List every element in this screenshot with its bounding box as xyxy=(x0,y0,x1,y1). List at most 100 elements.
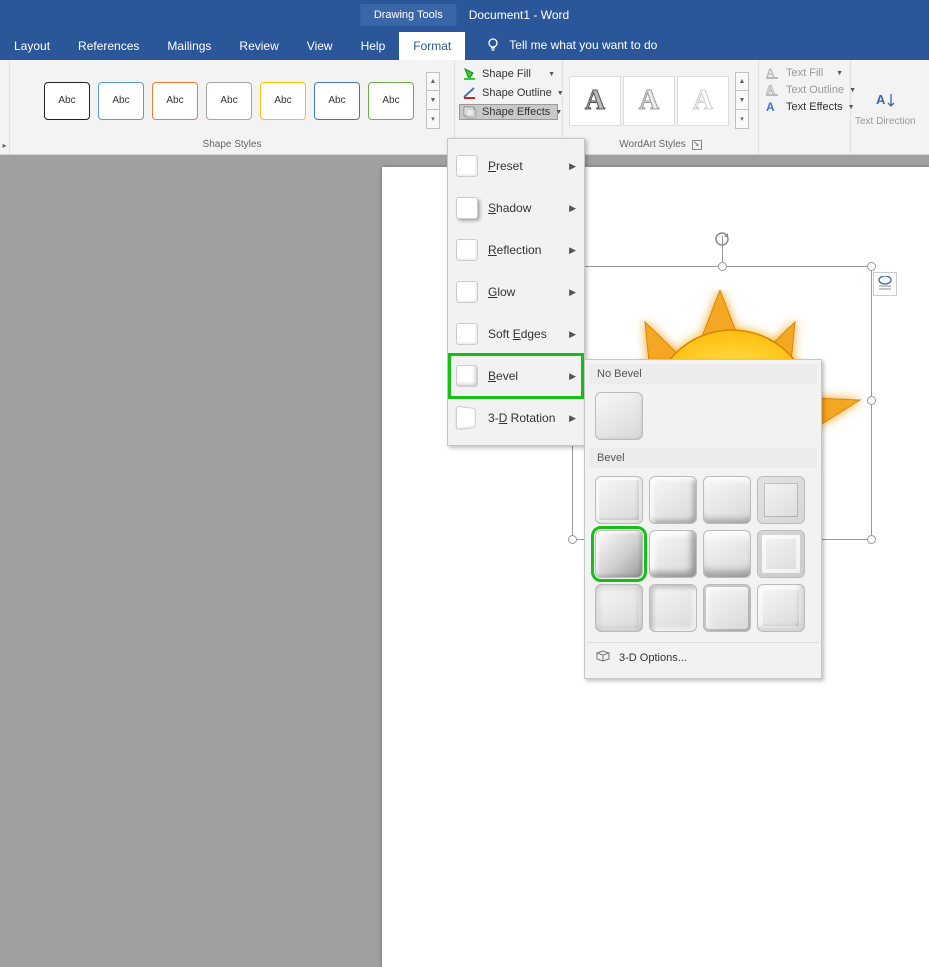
wordart-style-thumb[interactable]: A xyxy=(623,76,675,126)
shape-style-thumb[interactable]: Abc xyxy=(260,82,306,120)
3d-options-icon xyxy=(595,649,611,666)
shape-effects-button[interactable]: Shape Effects▼ xyxy=(459,104,558,120)
shape-effects-icon xyxy=(462,105,477,119)
no-bevel-option[interactable] xyxy=(595,392,643,440)
gallery-more[interactable]: ▾ xyxy=(735,110,749,129)
bevel-option[interactable] xyxy=(703,530,751,578)
3d-options-label: 3-D Options... xyxy=(619,652,687,664)
bevel-option[interactable] xyxy=(595,584,643,632)
lightbulb-icon xyxy=(485,37,501,53)
shape-fill-label: Shape Fill xyxy=(482,68,531,80)
resize-handle[interactable] xyxy=(867,396,876,405)
shape-fill-button[interactable]: Shape Fill▼ xyxy=(459,66,558,82)
svg-text:A: A xyxy=(766,100,775,114)
gallery-down[interactable]: ▼ xyxy=(735,91,749,110)
bevel-preview-icon xyxy=(456,365,478,387)
wordart-styles-label: WordArt Styles xyxy=(569,137,752,152)
bevel-option-selected[interactable] xyxy=(595,530,643,578)
bevel-option[interactable] xyxy=(703,476,751,524)
effects-reflection-item[interactable]: Reflection ▶ xyxy=(450,229,582,271)
effects-bevel-item[interactable]: Bevel ▶ xyxy=(450,355,582,397)
wordart-style-thumb[interactable]: A xyxy=(569,76,621,126)
gallery-down[interactable]: ▼ xyxy=(426,91,440,110)
resize-handle[interactable] xyxy=(867,535,876,544)
tell-me-search[interactable]: Tell me what you want to do xyxy=(485,30,657,60)
text-fill-outline-effects: A Text Fill▼ A Text Outline▼ A Text Effe… xyxy=(759,60,851,154)
text-outline-label: Text Outline xyxy=(786,84,844,96)
shape-outline-button[interactable]: Shape Outline▼ xyxy=(459,85,558,101)
shape-style-thumb[interactable]: Abc xyxy=(44,82,90,120)
layout-options-button[interactable] xyxy=(873,272,897,296)
glow-preview-icon xyxy=(456,281,478,303)
resize-handle[interactable] xyxy=(718,262,727,271)
resize-handle[interactable] xyxy=(568,535,577,544)
tab-view[interactable]: View xyxy=(293,32,347,60)
text-fill-button[interactable]: A Text Fill▼ xyxy=(763,66,846,80)
bevel-option[interactable] xyxy=(757,476,805,524)
shape-style-thumb[interactable]: Abc xyxy=(206,82,252,120)
shadow-preview-icon xyxy=(456,197,478,219)
layout-options-icon xyxy=(877,276,893,292)
shape-styles-label: Shape Styles xyxy=(16,137,448,152)
tab-format[interactable]: Format xyxy=(399,32,465,60)
text-effects-icon: A xyxy=(766,100,781,114)
text-outline-button[interactable]: A Text Outline▼ xyxy=(763,83,846,97)
text-outline-icon: A xyxy=(766,83,781,97)
shape-effects-label: Shape Effects xyxy=(482,106,550,118)
ribbon-tabs: Layout References Mailings Review View H… xyxy=(0,30,929,60)
effects-shadow-item[interactable]: Shadow ▶ xyxy=(450,187,582,229)
wordart-style-thumb[interactable]: A xyxy=(677,76,729,126)
submenu-arrow-icon: ▶ xyxy=(569,413,576,424)
submenu-arrow-icon: ▶ xyxy=(569,287,576,298)
bevel-option[interactable] xyxy=(595,476,643,524)
gallery-up[interactable]: ▲ xyxy=(735,72,749,91)
bevel-option[interactable] xyxy=(649,476,697,524)
bevel-header: Bevel xyxy=(589,448,817,468)
no-bevel-header: No Bevel xyxy=(589,364,817,384)
effects-preset-item[interactable]: Preset ▶ xyxy=(450,145,582,187)
shape-style-thumb[interactable]: Abc xyxy=(314,82,360,120)
shape-style-thumb[interactable]: Abc xyxy=(152,82,198,120)
contextual-tab-label: Drawing Tools xyxy=(360,4,457,26)
submenu-arrow-icon: ▶ xyxy=(569,329,576,340)
bevel-option[interactable] xyxy=(757,584,805,632)
gallery-up[interactable]: ▲ xyxy=(426,72,440,91)
bevel-option[interactable] xyxy=(703,584,751,632)
tab-references[interactable]: References xyxy=(64,32,153,60)
prev-group[interactable]: ▸ xyxy=(0,60,10,154)
text-direction-icon: A xyxy=(871,88,899,116)
dialog-launcher[interactable] xyxy=(692,140,702,150)
gallery-scroll: ▲ ▼ ▾ xyxy=(426,72,440,129)
text-effects-label: Text Effects xyxy=(786,101,843,113)
document-title: Document1 - Word xyxy=(469,8,569,22)
soft-edges-preview-icon xyxy=(456,323,478,345)
rotation-preview-icon xyxy=(456,406,476,431)
effects-glow-item[interactable]: Glow ▶ xyxy=(450,271,582,313)
text-fill-icon: A xyxy=(766,66,781,80)
effects-soft-edges-item[interactable]: Soft Edges ▶ xyxy=(450,313,582,355)
effects-3d-rotation-item[interactable]: 3-D Rotation ▶ xyxy=(450,397,582,439)
bevel-option[interactable] xyxy=(649,584,697,632)
bevel-submenu: No Bevel Bevel 3-D Options... xyxy=(584,359,822,679)
preset-preview-icon xyxy=(456,155,478,177)
text-effects-button[interactable]: A Text Effects▼ xyxy=(763,100,846,114)
svg-text:A: A xyxy=(876,92,886,107)
tell-me-label: Tell me what you want to do xyxy=(509,38,657,52)
shape-style-thumb[interactable]: Abc xyxy=(98,82,144,120)
tab-review[interactable]: Review xyxy=(225,32,292,60)
gallery-more[interactable]: ▾ xyxy=(426,110,440,129)
wordart-styles-group: A A A ▲ ▼ ▾ WordArt Styles xyxy=(563,60,759,154)
text-direction-button[interactable]: A Text Direction xyxy=(851,60,920,154)
bevel-option[interactable] xyxy=(649,530,697,578)
tab-layout[interactable]: Layout xyxy=(0,32,64,60)
title-bar: Drawing Tools Document1 - Word xyxy=(0,0,929,30)
shape-fill-icon xyxy=(462,67,477,81)
shape-effects-menu: Preset ▶ Shadow ▶ Reflection ▶ Glow ▶ So… xyxy=(447,138,585,446)
shape-styles-group: Abc Abc Abc Abc Abc Abc Abc ▲ ▼ ▾ Shape … xyxy=(10,60,455,154)
tab-mailings[interactable]: Mailings xyxy=(153,32,225,60)
bevel-option[interactable] xyxy=(757,530,805,578)
shape-style-thumb[interactable]: Abc xyxy=(368,82,414,120)
shape-outline-icon xyxy=(462,86,477,100)
tab-help[interactable]: Help xyxy=(347,32,400,60)
resize-handle[interactable] xyxy=(867,262,876,271)
